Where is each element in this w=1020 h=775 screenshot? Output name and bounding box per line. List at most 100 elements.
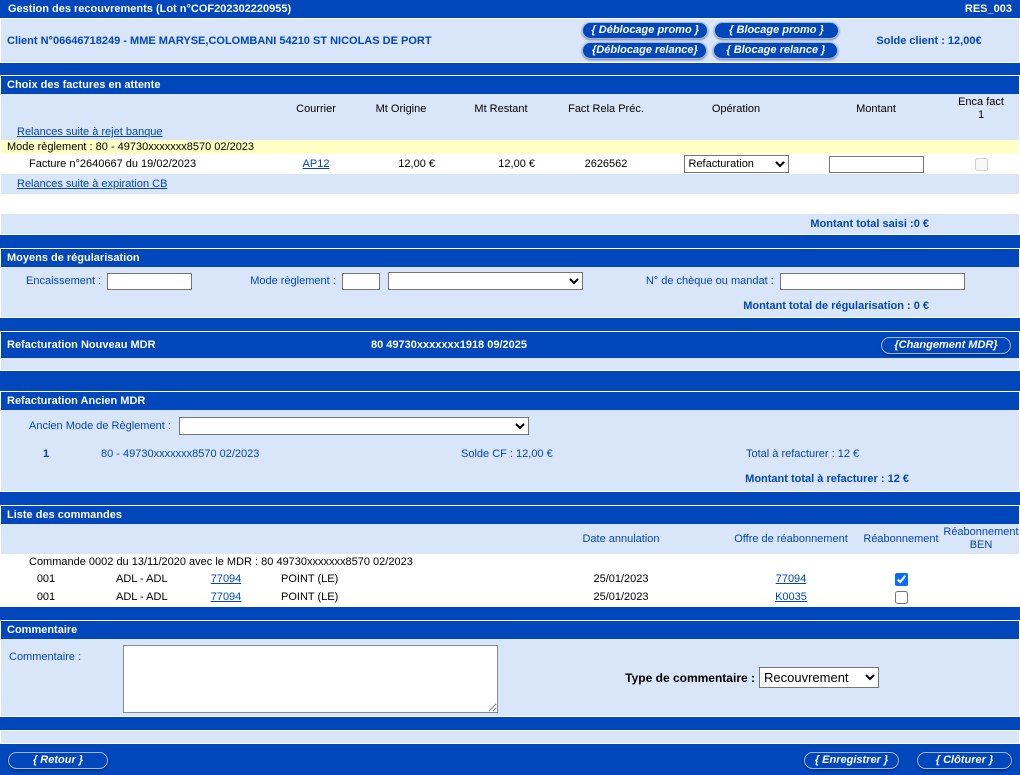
ancien-mdr-select-row: Ancien Mode de Règlement : — [1, 410, 1019, 441]
ancien-mdr-label: Ancien Mode de Règlement : — [29, 419, 171, 432]
cheque-mandat-input[interactable] — [779, 272, 965, 290]
ancien-mdr-section-title: Refacturation Ancien MDR — [1, 392, 1019, 410]
commande-code-link[interactable]: 77094 — [211, 591, 242, 603]
facture-fact-rela-prec: 2626562 — [584, 158, 628, 170]
montant-total-regularisation: Montant total de régularisation : 0 € — [1, 295, 1019, 317]
commande-code-link[interactable]: 77094 — [211, 573, 242, 585]
ancien-mdr-row-num: 1 — [42, 447, 50, 460]
mode-reglement-code-input[interactable] — [341, 272, 380, 290]
commande-type: ADL - ADL — [116, 591, 168, 603]
courrier-link[interactable]: AP12 — [303, 158, 330, 170]
enregistrer-button[interactable]: { Enregistrer } — [804, 752, 899, 769]
factures-column-headers: Courrier Mt Origine Mt Restant Fact Rela… — [1, 94, 1019, 124]
relances-expiration-cb-link[interactable]: Relances suite à expiration CB — [17, 178, 167, 190]
client-info-bar: Client N°06646718249 - MME MARYSE,COLOMB… — [0, 18, 1020, 63]
relances-rejet-banque-link[interactable]: Relances suite à rejet banque — [17, 126, 163, 138]
facture-label: Facture n°2640667 du 19/02/2023 — [29, 158, 197, 170]
relances-rejet-row: Relances suite à rejet banque — [1, 124, 1019, 140]
solde-client: Solde client : 12,00€ — [876, 34, 982, 47]
col-date-annulation: Date annulation — [582, 532, 660, 545]
commande-header-line: Commande 0002 du 13/11/2020 avec le MDR … — [1, 554, 1019, 570]
regularisation-section: Moyens de régularisation Encaissement : … — [0, 248, 1020, 318]
commande-name: POINT (LE) — [281, 573, 339, 585]
screen-code: RES_003 — [964, 3, 1012, 15]
client-label: Client N°06646718249 - MME MARYSE,COLOMB… — [7, 34, 432, 47]
ancien-mdr-row-mdr: 80 - 49730xxxxxxx8570 02/2023 — [101, 447, 260, 460]
mode-reglement-row: Mode règlement : 80 - 49730xxxxxxx8570 0… — [1, 140, 1019, 154]
nouveau-mdr-section: Refacturation Nouveau MDR 80 49730xxxxxx… — [0, 331, 1020, 371]
page-title: Gestion des recouvrements (Lot n°COF2023… — [8, 3, 292, 15]
ancien-mdr-row-total: Total à refacturer : 12 € — [746, 447, 860, 460]
client-action-buttons: { Déblocage promo } { Blocage promo } {D… — [582, 22, 839, 59]
encaissement-label: Encaissement : — [26, 275, 102, 287]
cheque-mandat-label: N° de chèque ou mandat : — [645, 275, 774, 287]
mode-reglement-select[interactable] — [387, 272, 583, 290]
encaissement-input[interactable] — [107, 272, 193, 290]
type-commentaire-label: Type de commentaire : — [625, 670, 755, 685]
nouveau-mdr-strip — [1, 358, 1019, 370]
commande-name: POINT (LE) — [281, 591, 339, 603]
facture-mt-origine: 12,00 € — [398, 158, 435, 170]
montant-total-saisi: Montant total saisi :0 € — [1, 214, 1019, 234]
mode-reglement-label: Mode règlement : 80 - 49730xxxxxxx8570 0… — [7, 141, 255, 153]
commande-type: ADL - ADL — [116, 573, 168, 585]
mode-reglement-label: Mode règlement : — [250, 275, 336, 287]
ancien-mdr-row-solde: Solde CF : 12,00 € — [461, 447, 553, 460]
commentaire-section-title: Commentaire — [1, 621, 1019, 639]
deblocage-relance-button[interactable]: {Déblocage relance} — [582, 42, 708, 59]
commande-num: 001 — [36, 591, 56, 603]
col-enca-fact: Enca fact 1 — [958, 96, 1004, 121]
reabonnement-checkbox[interactable] — [894, 572, 908, 586]
nouveau-mdr-value: 80 49730xxxxxxx1918 09/2025 — [371, 339, 527, 351]
reabonnement-checkbox[interactable] — [894, 590, 908, 604]
commandes-column-headers: Date annulation Offre de réabonnement Ré… — [1, 524, 1019, 554]
footer-bar: { Retour } { Enregistrer } { Clôturer } — [0, 746, 1020, 775]
operation-select[interactable]: Refacturation — [683, 155, 789, 173]
commande-num: 001 — [36, 573, 56, 585]
ancien-mdr-section: Refacturation Ancien MDR Ancien Mode de … — [0, 391, 1020, 492]
col-reabonnement-ben: Réabonnement BEN — [943, 526, 1019, 551]
type-commentaire-group: Type de commentaire : Recouvrement — [625, 667, 879, 688]
changement-mdr-button[interactable]: {Changement MDR} — [881, 336, 1011, 354]
commandes-section: Liste des commandes Date annulation Offr… — [0, 505, 1020, 607]
relances-expiration-row: Relances suite à expiration CB — [1, 174, 1019, 194]
commentaire-textarea[interactable] — [123, 645, 498, 713]
nouveau-mdr-title: Refacturation Nouveau MDR — [7, 339, 156, 351]
montant-input[interactable] — [828, 155, 924, 173]
factures-section: Choix des factures en attente Courrier M… — [0, 75, 1020, 235]
bottom-strip — [0, 730, 1020, 744]
offre-reabonnement-link[interactable]: 77094 — [776, 573, 807, 585]
col-fact-rela-prec: Fact Rela Préc. — [568, 102, 644, 115]
montant-total-refacturer: Montant total à refacturer : 12 € — [1, 466, 1019, 491]
window-title-bar: Gestion des recouvrements (Lot n°COF2023… — [0, 0, 1020, 18]
commentaire-section: Commentaire Commentaire : Type de commen… — [0, 620, 1020, 717]
type-commentaire-select[interactable]: Recouvrement — [759, 667, 879, 688]
col-operation: Opération — [711, 102, 761, 115]
regularisation-section-title: Moyens de régularisation — [1, 249, 1019, 267]
commande-row: 001 ADL - ADL 77094 POINT (LE) 25/01/202… — [1, 570, 1019, 588]
commandes-section-title: Liste des commandes — [1, 506, 1019, 524]
col-mt-restant: Mt Restant — [474, 102, 528, 115]
offre-reabonnement-link[interactable]: K0035 — [775, 591, 807, 603]
facture-mt-restant: 12,00 € — [498, 158, 535, 170]
deblocage-promo-button[interactable]: { Déblocage promo } — [582, 22, 708, 39]
commentaire-body: Commentaire : Type de commentaire : Reco… — [1, 639, 1019, 716]
col-montant: Montant — [856, 102, 896, 115]
commande-date-annulation: 25/01/2023 — [593, 573, 649, 585]
blocage-relance-button[interactable]: { Blocage relance } — [713, 42, 839, 59]
col-mt-origine: Mt Origine — [375, 102, 427, 115]
retour-button[interactable]: { Retour } — [8, 752, 108, 769]
blocage-promo-button[interactable]: { Blocage promo } — [714, 22, 839, 39]
commande-row: 001 ADL - ADL 77094 POINT (LE) 25/01/202… — [1, 588, 1019, 606]
col-offre-reabonnement: Offre de réabonnement — [734, 532, 848, 545]
commentaire-label: Commentaire : — [9, 651, 82, 663]
facture-row: Facture n°2640667 du 19/02/2023 AP12 12,… — [1, 154, 1019, 174]
factures-empty-row — [1, 194, 1019, 214]
commande-date-annulation: 25/01/2023 — [593, 591, 649, 603]
col-reabonnement: Réabonnement — [863, 532, 939, 545]
enca-fact-checkbox — [974, 157, 988, 171]
ancien-mdr-select[interactable] — [178, 416, 529, 435]
regularisation-form-row: Encaissement : Mode règlement : N° de ch… — [1, 267, 1019, 295]
nouveau-mdr-band: Refacturation Nouveau MDR 80 49730xxxxxx… — [1, 332, 1019, 358]
cloturer-button[interactable]: { Clôturer } — [917, 752, 1012, 769]
